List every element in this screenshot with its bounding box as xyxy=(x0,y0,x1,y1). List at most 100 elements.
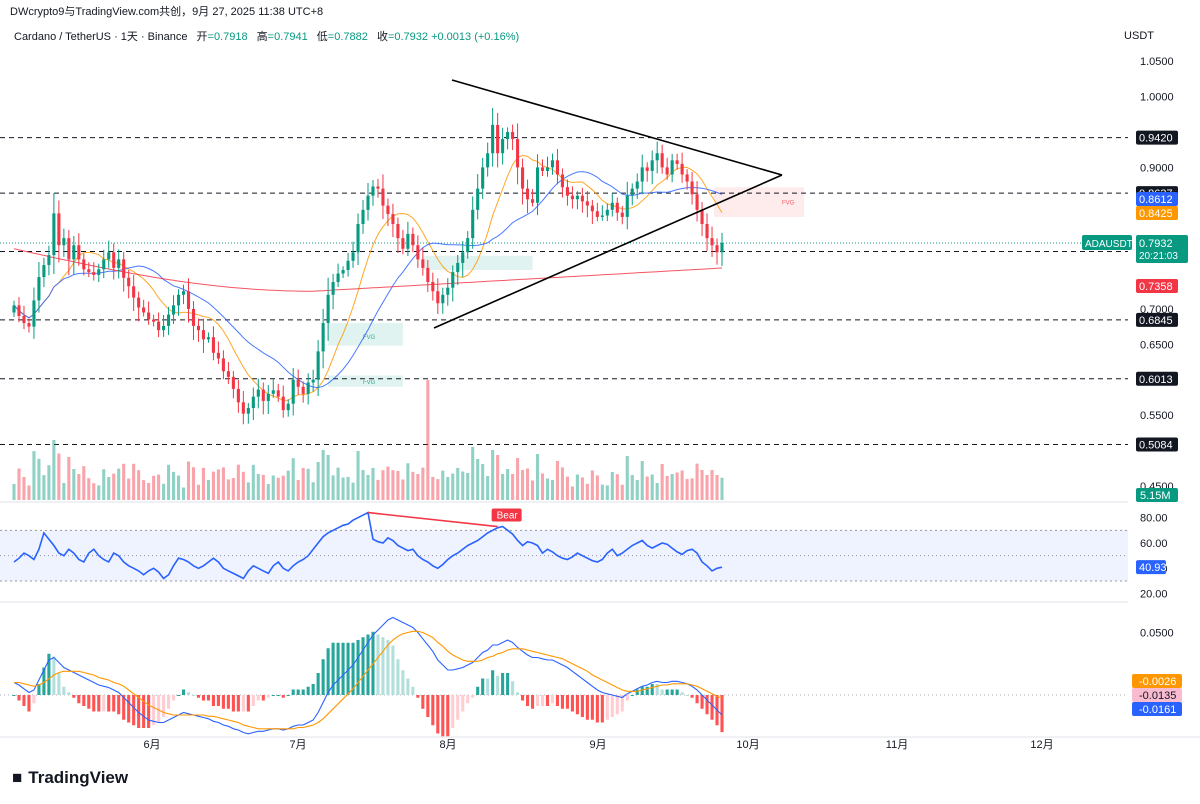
macd-histogram-bar xyxy=(77,695,81,704)
candle-body xyxy=(37,277,41,301)
macd-histogram-bar xyxy=(545,695,550,706)
time-tick-label: 9月 xyxy=(589,739,606,751)
macd-histogram-bar xyxy=(72,695,76,698)
volume-bar xyxy=(366,475,370,500)
rsi-tick-label: 80.00 xyxy=(1140,513,1168,525)
volume-bar xyxy=(336,467,340,500)
rsi-value-label: 40.93 xyxy=(1139,562,1167,574)
volume-bar xyxy=(132,463,136,500)
candle-body xyxy=(560,174,564,188)
bear-divergence-line xyxy=(367,511,498,528)
candle-body xyxy=(142,307,146,313)
volume-bar xyxy=(715,475,719,500)
volume-bar xyxy=(221,467,225,500)
volume-bar xyxy=(650,474,654,500)
candle-body xyxy=(526,188,530,200)
macd-histogram-bar xyxy=(27,695,31,712)
rsi-tick-label: 60.00 xyxy=(1140,538,1168,550)
volume-bar xyxy=(625,456,629,500)
level-price-label: 0.6845 xyxy=(1139,315,1173,327)
macd-histogram-bar xyxy=(102,695,106,712)
volume-bar xyxy=(545,478,550,500)
volume-bar xyxy=(665,476,669,500)
volume-bars xyxy=(12,380,724,500)
candle-body xyxy=(47,255,51,266)
time-tick-label: 11月 xyxy=(886,739,908,751)
volume-bar xyxy=(456,467,460,500)
volume-bar xyxy=(511,474,515,500)
volume-bar xyxy=(291,458,295,500)
volume-bar xyxy=(326,455,330,500)
volume-bar xyxy=(426,380,430,500)
candle-body xyxy=(401,238,405,249)
candle-body xyxy=(685,174,689,182)
candle-body xyxy=(102,259,106,270)
price-chart[interactable]: FVGFVGFVG Bear80.0060.0040.0020.0040.93 … xyxy=(0,0,1200,752)
candle-body xyxy=(386,205,390,215)
candle-body xyxy=(620,212,624,217)
candle-body xyxy=(665,167,669,175)
macd-histogram-bar xyxy=(710,695,714,720)
volume-bar xyxy=(311,482,315,500)
macd-histogram-bar xyxy=(625,695,629,701)
volume-bar xyxy=(92,483,96,500)
countdown-label: 20:21:03 xyxy=(1139,251,1178,262)
volume-bar xyxy=(127,478,131,500)
candle-body xyxy=(57,213,61,246)
candle-body xyxy=(366,195,370,210)
candle-body xyxy=(481,167,485,189)
candle-body xyxy=(226,371,230,377)
candle-body xyxy=(675,160,679,164)
macd-histogram-bar xyxy=(610,695,614,717)
macd-histogram-bar xyxy=(67,692,71,695)
volume-bar xyxy=(206,479,210,500)
macd-histogram-bar xyxy=(361,637,365,695)
macd-histogram-bar xyxy=(565,695,569,709)
candle-body xyxy=(87,269,91,273)
rsi-tick-label: 20.00 xyxy=(1140,589,1168,601)
candle-body xyxy=(241,402,245,414)
volume-bar xyxy=(331,475,335,500)
macd-histogram-bar xyxy=(186,692,191,695)
macd-histogram-bar xyxy=(296,689,300,695)
candle-body xyxy=(406,233,410,249)
candle-body xyxy=(67,238,71,260)
candle-body xyxy=(281,396,285,411)
time-axis: 6月 7月 8月 9月 10月 11月 12月 xyxy=(143,739,1053,751)
candle-body xyxy=(530,199,535,203)
bear-label: Bear xyxy=(497,511,519,522)
volume-bar xyxy=(565,476,569,500)
macd-histogram-bar xyxy=(580,695,584,717)
candle-body xyxy=(211,337,215,353)
macd-histogram-bar xyxy=(181,689,186,695)
macd-histogram-bar xyxy=(107,695,111,712)
candle-body xyxy=(147,312,151,320)
price-tick-label: 1.0500 xyxy=(1140,56,1174,68)
macd-histogram-bar xyxy=(276,695,280,696)
candle-body xyxy=(426,267,430,283)
volume-bar xyxy=(655,483,659,500)
volume-bar xyxy=(680,470,684,500)
candle-body xyxy=(590,205,594,212)
candle-body xyxy=(555,160,560,175)
tradingview-logo[interactable]: ■ TradingView xyxy=(12,768,128,788)
macd-histogram-bar xyxy=(406,678,410,695)
volume-bar xyxy=(37,458,41,500)
macd-histogram-bar xyxy=(486,678,490,695)
candle-body xyxy=(710,238,714,246)
macd-histogram-bar xyxy=(167,695,171,709)
volume-bar xyxy=(12,484,16,500)
macd-histogram-bar xyxy=(356,640,360,695)
macd-histogram-bar xyxy=(640,686,644,695)
macd-histogram-bar xyxy=(22,695,26,706)
candle-body xyxy=(356,224,360,253)
volume-bar xyxy=(341,477,345,500)
level-price-label: 0.5084 xyxy=(1139,440,1173,452)
candle-body xyxy=(306,382,310,394)
volume-bar xyxy=(186,461,191,500)
volume-bar xyxy=(695,463,699,500)
volume-bar xyxy=(162,483,166,500)
chart-frame: DWcrypto9与TradingView.com共创，9月 27, 2025 … xyxy=(0,0,1200,804)
candle-body xyxy=(496,124,500,154)
macd-histogram-bar xyxy=(176,695,181,696)
